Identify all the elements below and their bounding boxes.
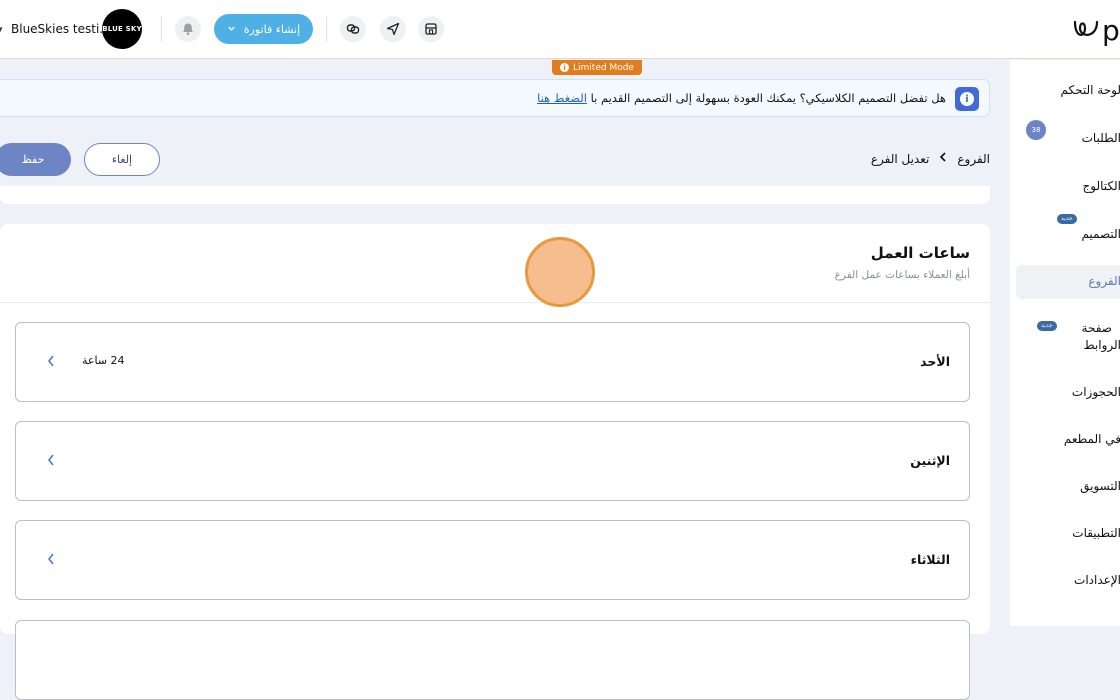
logo-mark-icon — [1072, 18, 1100, 42]
working-hours-card: ساعات العمل أبلغ العملاء بساعات عمل الفر… — [0, 224, 990, 634]
sidebar-item-label: الفروع — [1088, 274, 1120, 288]
day-row-monday[interactable]: الإثنين — [15, 421, 970, 501]
day-hours: 24 ساعة — [82, 354, 125, 367]
sidebar-item-label: في المطعم — [1064, 432, 1120, 446]
info-icon: i — [560, 63, 569, 72]
sidebar-item-label: صفحة — [1082, 321, 1112, 335]
sidebar-item-marketing[interactable]: التسويق — [1016, 470, 1120, 504]
divider — [161, 16, 162, 42]
chevron-down-icon[interactable]: ▾ — [0, 23, 3, 36]
divider — [0, 302, 990, 303]
sidebar-item-dashboard[interactable]: لوحة التحكم — [1016, 74, 1120, 108]
sidebar-item-label: الحجوزات — [1072, 385, 1120, 399]
avatar[interactable]: BLUE SKY — [102, 9, 142, 49]
cursor-highlight — [525, 237, 595, 307]
sidebar-item-apps[interactable]: التطبيقات — [1016, 517, 1120, 551]
chevron-down-icon — [227, 23, 236, 36]
day-row-tuesday[interactable]: الثلاثاء — [15, 520, 970, 600]
sidebar-item-label: التطبيقات — [1072, 526, 1120, 540]
chevron-left-icon — [939, 151, 947, 166]
info-card — [0, 186, 990, 204]
banner-text: هل تفضل التصميم الكلاسيكي؟ يمكنك العودة … — [591, 91, 946, 105]
classic-design-banner: i هل تفضل التصميم الكلاسيكي؟ يمكنك العود… — [0, 79, 990, 117]
sidebar-item-catalog[interactable]: الكتالوج — [1016, 170, 1120, 204]
sidebar-item-design[interactable]: جديد التصميم — [1016, 218, 1120, 252]
orders-count-badge: 38 — [1026, 120, 1046, 140]
limited-mode-label: Limited Mode — [573, 63, 634, 73]
sidebar-item-branches[interactable]: الفروع — [1016, 265, 1120, 299]
sidebar-item-settings[interactable]: الإعدادات — [1016, 564, 1120, 598]
brand-text: pa — [1102, 14, 1120, 47]
day-row-sunday[interactable]: الأحد 24 ساعة — [15, 322, 970, 402]
day-name: الإثنين — [910, 453, 950, 468]
sidebar-item-label: التسويق — [1080, 479, 1120, 493]
sidebar-item-label: الإعدادات — [1074, 573, 1120, 587]
breadcrumb: الفروع تعديل الفرع — [871, 151, 990, 166]
section-subtitle: أبلغ العملاء بساعات عمل الفرع — [835, 269, 970, 281]
section-title: ساعات العمل — [871, 244, 970, 262]
new-badge: جديد — [1037, 321, 1057, 331]
chevron-left-icon — [46, 551, 56, 570]
day-row-wednesday[interactable] — [15, 620, 970, 700]
user-name[interactable]: BlueSkies testi... — [11, 22, 111, 36]
switch-classic-link[interactable]: الضغط هنا — [537, 91, 587, 105]
breadcrumb-parent[interactable]: الفروع — [957, 152, 990, 166]
create-invoice-label: إنشاء فاتورة — [244, 23, 300, 36]
chevron-left-icon — [46, 353, 56, 372]
chevron-left-icon — [46, 452, 56, 471]
sidebar-item-in-restaurant[interactable]: في المطعم — [1016, 423, 1120, 457]
app-logo[interactable]: pa — [1072, 12, 1120, 48]
sidebar-item-label: الكتالوج — [1083, 179, 1120, 193]
sidebar-item-label: الطلبات — [1082, 131, 1120, 145]
day-name: الثلاثاء — [911, 552, 950, 567]
link-icon[interactable] — [340, 16, 366, 42]
create-invoice-button[interactable]: إنشاء فاتورة — [214, 14, 313, 44]
divider — [326, 16, 327, 42]
new-badge: جديد — [1057, 214, 1077, 224]
store-icon[interactable] — [418, 16, 444, 42]
limited-mode-tag: i Limited Mode — [552, 60, 642, 75]
sidebar-item-label: التصميم — [1081, 227, 1120, 241]
banner-message: هل تفضل التصميم الكلاسيكي؟ يمكنك العودة … — [537, 91, 946, 105]
save-button[interactable]: حفظ — [0, 143, 71, 176]
bell-icon[interactable] — [175, 16, 201, 42]
cancel-button[interactable]: إلغاء — [84, 143, 160, 176]
send-icon[interactable] — [380, 16, 406, 42]
sidebar-item-label: لوحة التحكم — [1061, 83, 1120, 97]
top-bar: pa ▾ BlueSkies testi... BLUE SKY إنشاء ف… — [0, 0, 1120, 59]
info-icon: i — [955, 87, 979, 111]
day-name: الأحد — [920, 354, 950, 369]
sidebar-item-label-line2: الروابط — [1084, 338, 1120, 352]
sidebar: لوحة التحكم 38 الطلبات الكتالوج جديد الت… — [1010, 60, 1120, 626]
breadcrumb-current: تعديل الفرع — [871, 152, 930, 166]
sidebar-item-bookings[interactable]: الحجوزات — [1016, 376, 1120, 410]
sidebar-item-orders[interactable]: 38 الطلبات — [1016, 122, 1120, 156]
sidebar-item-link-page[interactable]: جديد صفحة الروابط — [1016, 312, 1120, 354]
